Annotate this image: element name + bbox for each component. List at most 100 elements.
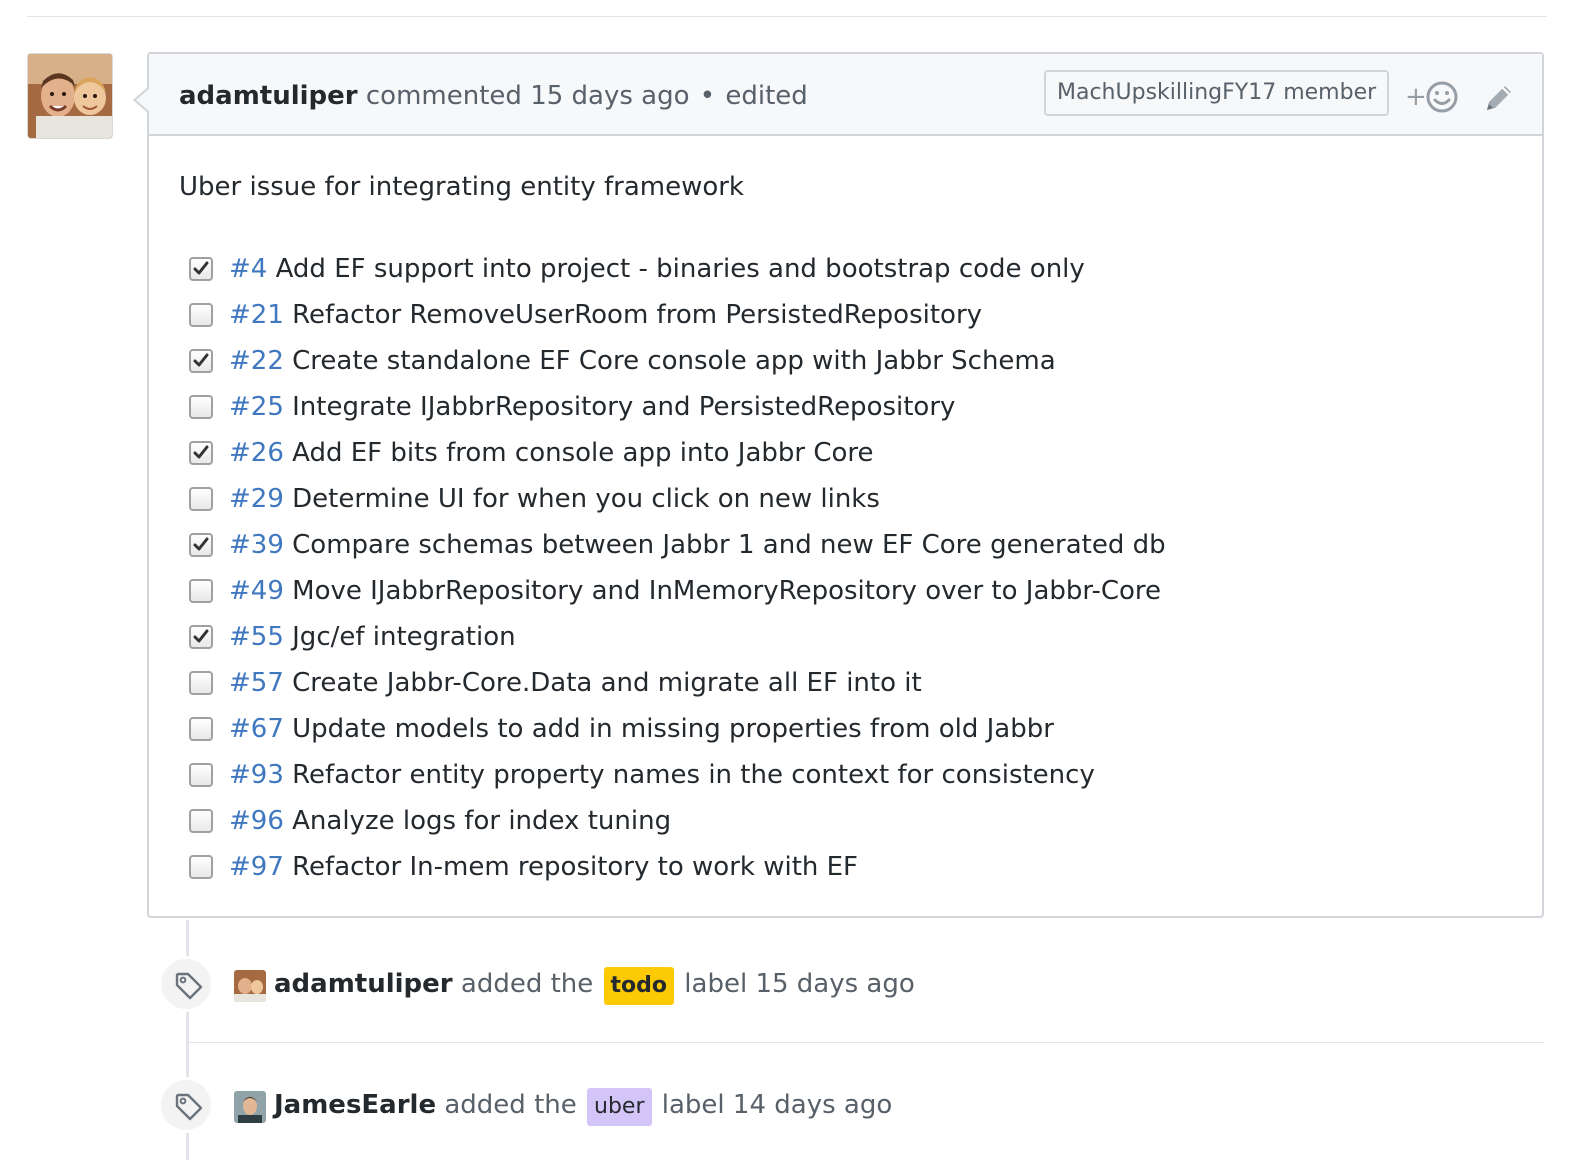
- event-author-link[interactable]: adamtuliper: [274, 969, 453, 999]
- task-checkbox-checked[interactable]: [189, 349, 213, 373]
- meta-separator: •: [699, 81, 716, 111]
- smiley-icon: +: [1405, 81, 1458, 113]
- checkmark-icon: [193, 537, 209, 551]
- task-checkbox-unchecked[interactable]: [189, 717, 213, 741]
- issue-link[interactable]: #29: [229, 484, 284, 514]
- avatar-photo: [28, 54, 112, 138]
- task-text: #39 Compare schemas between Jabbr 1 and …: [229, 522, 1166, 568]
- task-description: Refactor entity property names in the co…: [292, 760, 1095, 790]
- issue-link[interactable]: #21: [229, 300, 284, 330]
- comment-author-link[interactable]: adamtuliper: [179, 81, 358, 111]
- member-badge: MachUpskillingFY17 member: [1044, 70, 1390, 116]
- task-text: #22 Create standalone EF Core console ap…: [229, 338, 1056, 384]
- task-checkbox-unchecked[interactable]: [189, 487, 213, 511]
- reaction-plus: +: [1405, 82, 1427, 112]
- checkmark-icon: [193, 261, 209, 275]
- avatar-photo: [234, 970, 266, 1002]
- top-divider: [27, 16, 1547, 17]
- task-text: #57 Create Jabbr-Core.Data and migrate a…: [229, 660, 922, 706]
- task-text: #97 Refactor In-mem repository to work w…: [229, 844, 858, 890]
- task-description: Refactor RemoveUserRoom from PersistedRe…: [292, 300, 983, 330]
- task-description: Jgc/ef integration: [292, 622, 516, 652]
- task-text: #55 Jgc/ef integration: [229, 614, 516, 660]
- task-text: #29 Determine UI for when you click on n…: [229, 476, 880, 522]
- task-description: Refactor In-mem repository to work with …: [292, 852, 859, 882]
- event-suffix: label: [661, 1090, 725, 1120]
- event-timestamp[interactable]: 15 days ago: [755, 969, 914, 999]
- task-description: Determine UI for when you click on new l…: [292, 484, 880, 514]
- task-checkbox-unchecked[interactable]: [189, 303, 213, 327]
- event-badge: [158, 1077, 214, 1133]
- task-checkbox-checked[interactable]: [189, 533, 213, 557]
- task-description: Add EF bits from console app into Jabbr …: [292, 438, 874, 468]
- comment-intro: Uber issue for integrating entity framew…: [179, 172, 744, 202]
- issue-link[interactable]: #93: [229, 760, 284, 790]
- event-suffix: label: [684, 969, 748, 999]
- issue-link[interactable]: #57: [229, 668, 284, 698]
- issue-link[interactable]: #39: [229, 530, 284, 560]
- task-description: Update models to add in missing properti…: [292, 714, 1054, 744]
- timeline-event-label-uber: JamesEarle added the uber label 14 days …: [158, 1077, 1544, 1133]
- issue-link[interactable]: #49: [229, 576, 284, 606]
- issue-link[interactable]: #67: [229, 714, 284, 744]
- task-checkbox-unchecked[interactable]: [189, 671, 213, 695]
- event-description: JamesEarle added the uber label 14 days …: [274, 1085, 892, 1126]
- event-badge: [158, 956, 214, 1012]
- task-checkbox-unchecked[interactable]: [189, 809, 213, 833]
- task-description: Move IJabbrRepository and InMemoryReposi…: [292, 576, 1161, 606]
- checkmark-icon: [193, 445, 209, 459]
- label-todo[interactable]: todo: [603, 967, 675, 1005]
- tag-icon: [175, 972, 203, 1000]
- avatar[interactable]: [27, 53, 113, 139]
- task-text: #4 Add EF support into project - binarie…: [229, 246, 1085, 292]
- comment-timestamp[interactable]: 15 days ago: [530, 81, 689, 111]
- task-description: Analyze logs for index tuning: [292, 806, 672, 836]
- task-text: #26 Add EF bits from console app into Ja…: [229, 430, 874, 476]
- issue-link[interactable]: #4: [229, 254, 267, 284]
- task-description: Create standalone EF Core console app wi…: [292, 346, 1056, 376]
- task-checkbox-unchecked[interactable]: [189, 855, 213, 879]
- comment-meta: adamtuliper commented 15 days ago • edit…: [179, 78, 808, 114]
- task-checkbox-checked[interactable]: [189, 625, 213, 649]
- issue-link[interactable]: #96: [229, 806, 284, 836]
- edit-comment-button[interactable]: [1483, 82, 1515, 114]
- task-description: Integrate IJabbrRepository and Persisted…: [292, 392, 956, 422]
- issue-link[interactable]: #22: [229, 346, 284, 376]
- issue-link[interactable]: #26: [229, 438, 284, 468]
- checkmark-icon: [193, 353, 209, 367]
- task-checkbox-checked[interactable]: [189, 257, 213, 281]
- event-author-avatar[interactable]: [234, 970, 266, 1002]
- comment-header: adamtuliper commented 15 days ago • edit…: [149, 54, 1542, 136]
- task-text: #49 Move IJabbrRepository and InMemoryRe…: [229, 568, 1161, 614]
- task-checkbox-unchecked[interactable]: [189, 579, 213, 603]
- task-text: #21 Refactor RemoveUserRoom from Persist…: [229, 292, 982, 338]
- task-text: #96 Analyze logs for index tuning: [229, 798, 671, 844]
- task-description: Compare schemas between Jabbr 1 and new …: [292, 530, 1166, 560]
- task-text: #93 Refactor entity property names in th…: [229, 752, 1095, 798]
- task-checkbox-checked[interactable]: [189, 441, 213, 465]
- event-divider: [188, 1042, 1544, 1043]
- task-description: Add EF support into project - binaries a…: [275, 254, 1085, 284]
- event-description: adamtuliper added the todo label 15 days…: [274, 964, 915, 1005]
- edited-indicator[interactable]: edited: [725, 81, 807, 111]
- timeline-event-label-todo: adamtuliper added the todo label 15 days…: [158, 956, 1544, 1012]
- task-description: Create Jabbr-Core.Data and migrate all E…: [292, 668, 922, 698]
- avatar-photo: [234, 1091, 266, 1123]
- issue-link[interactable]: #97: [229, 852, 284, 882]
- event-timestamp[interactable]: 14 days ago: [733, 1090, 892, 1120]
- add-reaction-button[interactable]: +: [1405, 79, 1459, 115]
- task-text: #25 Integrate IJabbrRepository and Persi…: [229, 384, 955, 430]
- tag-icon: [175, 1093, 203, 1121]
- task-checkbox-unchecked[interactable]: [189, 395, 213, 419]
- comment-action: commented: [365, 81, 522, 111]
- pencil-icon: [1487, 86, 1511, 110]
- checkmark-icon: [193, 629, 209, 643]
- label-uber[interactable]: uber: [587, 1088, 652, 1126]
- issue-link[interactable]: #55: [229, 622, 284, 652]
- event-author-link[interactable]: JamesEarle: [274, 1090, 436, 1120]
- task-checkbox-unchecked[interactable]: [189, 763, 213, 787]
- issue-link[interactable]: #25: [229, 392, 284, 422]
- issue-comment: adamtuliper commented 15 days ago • edit…: [133, 52, 1544, 918]
- event-author-avatar[interactable]: [234, 1091, 266, 1123]
- event-action: added the: [444, 1090, 577, 1120]
